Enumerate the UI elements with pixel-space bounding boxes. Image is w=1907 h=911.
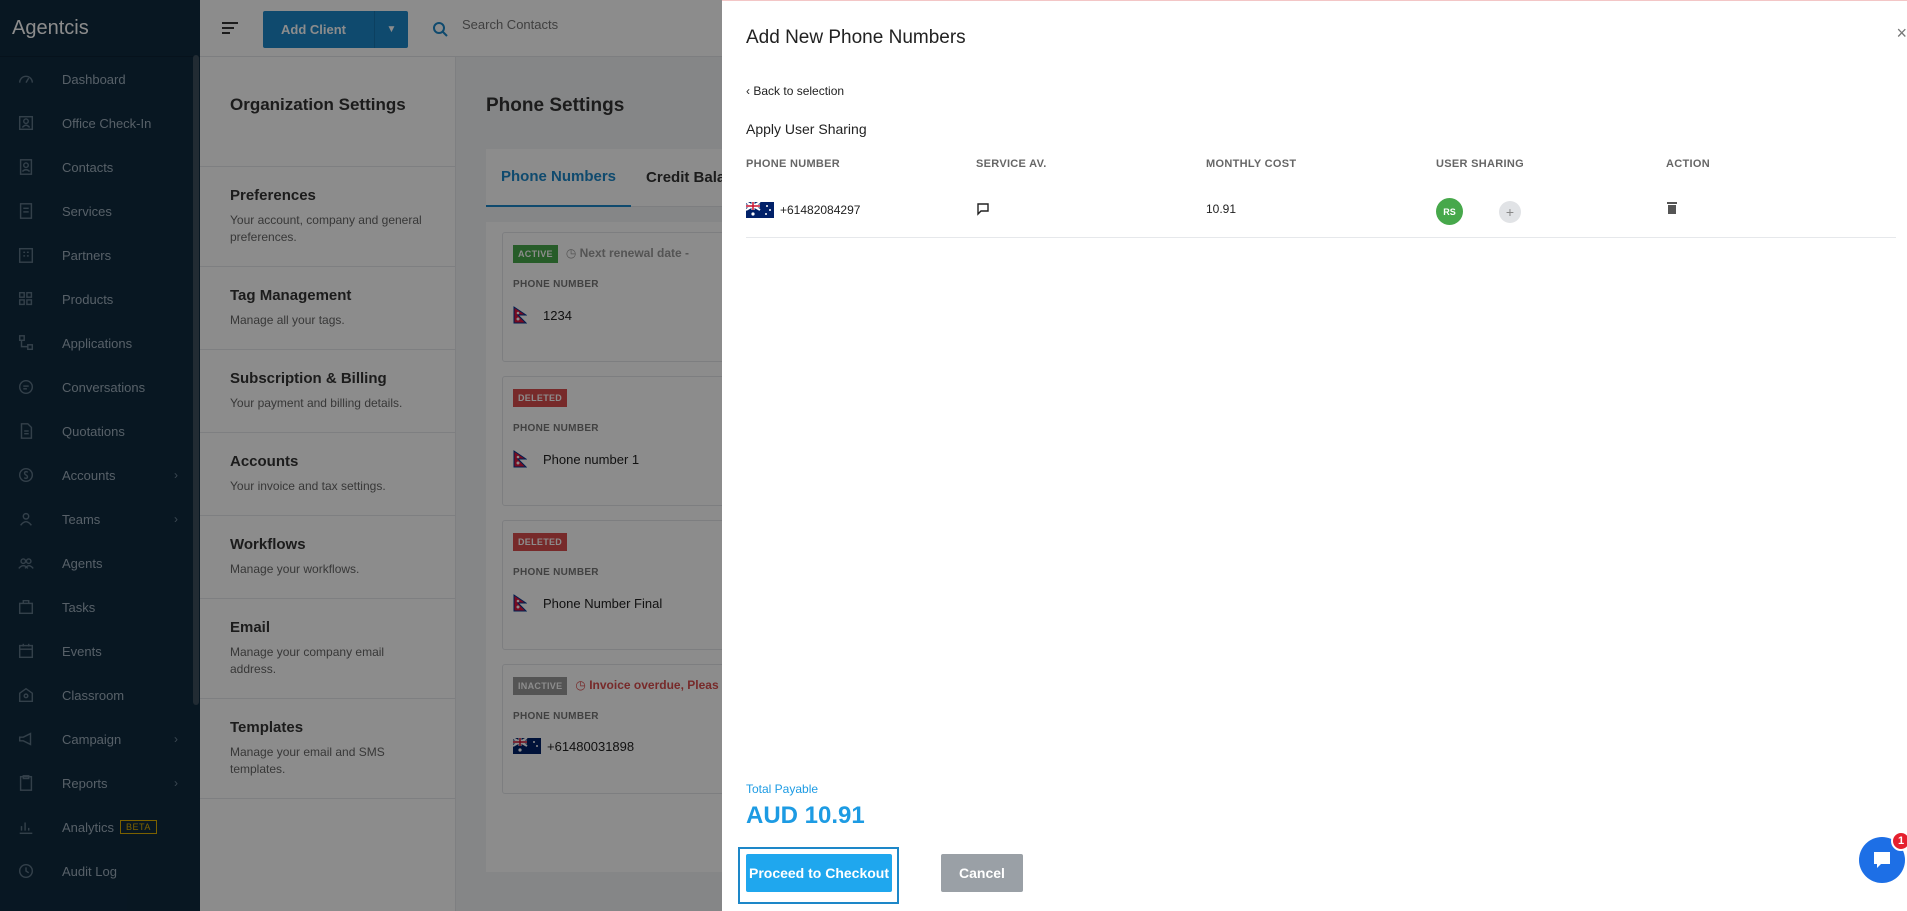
column-user-sharing: USER SHARING bbox=[1436, 158, 1524, 170]
apply-user-sharing-label: Apply User Sharing bbox=[746, 121, 867, 137]
add-phone-drawer: Add New Phone Numbers × ‹ Back to select… bbox=[722, 0, 1907, 911]
column-action: ACTION bbox=[1666, 158, 1710, 170]
overlay-backdrop[interactable] bbox=[0, 0, 722, 911]
drawer-title: Add New Phone Numbers bbox=[746, 27, 966, 48]
user-sharing-cell: RS + bbox=[1436, 198, 1521, 225]
column-monthly-cost: MONTHLY COST bbox=[1206, 158, 1297, 170]
chat-notification-badge: 1 bbox=[1891, 831, 1907, 851]
close-icon[interactable]: × bbox=[1896, 23, 1907, 44]
monthly-cost-value: 10.91 bbox=[1206, 202, 1237, 216]
cancel-button[interactable]: Cancel bbox=[941, 854, 1023, 892]
phone-number-text: +61482084297 bbox=[780, 203, 861, 217]
back-label: Back to selection bbox=[753, 84, 845, 98]
column-service: SERVICE AV. bbox=[976, 158, 1047, 170]
back-to-selection-link[interactable]: ‹ Back to selection bbox=[746, 84, 844, 98]
sms-icon bbox=[976, 202, 990, 216]
total-payable-value: AUD 10.91 bbox=[746, 802, 865, 829]
chat-bubble-icon bbox=[1874, 852, 1890, 868]
add-user-button[interactable]: + bbox=[1499, 200, 1521, 223]
phone-number-cell: +61482084297 bbox=[746, 202, 860, 218]
avatar[interactable]: RS bbox=[1436, 198, 1463, 225]
column-phone-number: PHONE NUMBER bbox=[746, 158, 841, 170]
total-payable-label: Total Payable bbox=[746, 782, 819, 796]
australia-flag-icon bbox=[746, 202, 774, 218]
proceed-to-checkout-button[interactable]: Proceed to Checkout bbox=[746, 854, 892, 892]
delete-icon[interactable] bbox=[1666, 201, 1678, 215]
table-row: +61482084297 10.91 RS + bbox=[746, 186, 1896, 238]
